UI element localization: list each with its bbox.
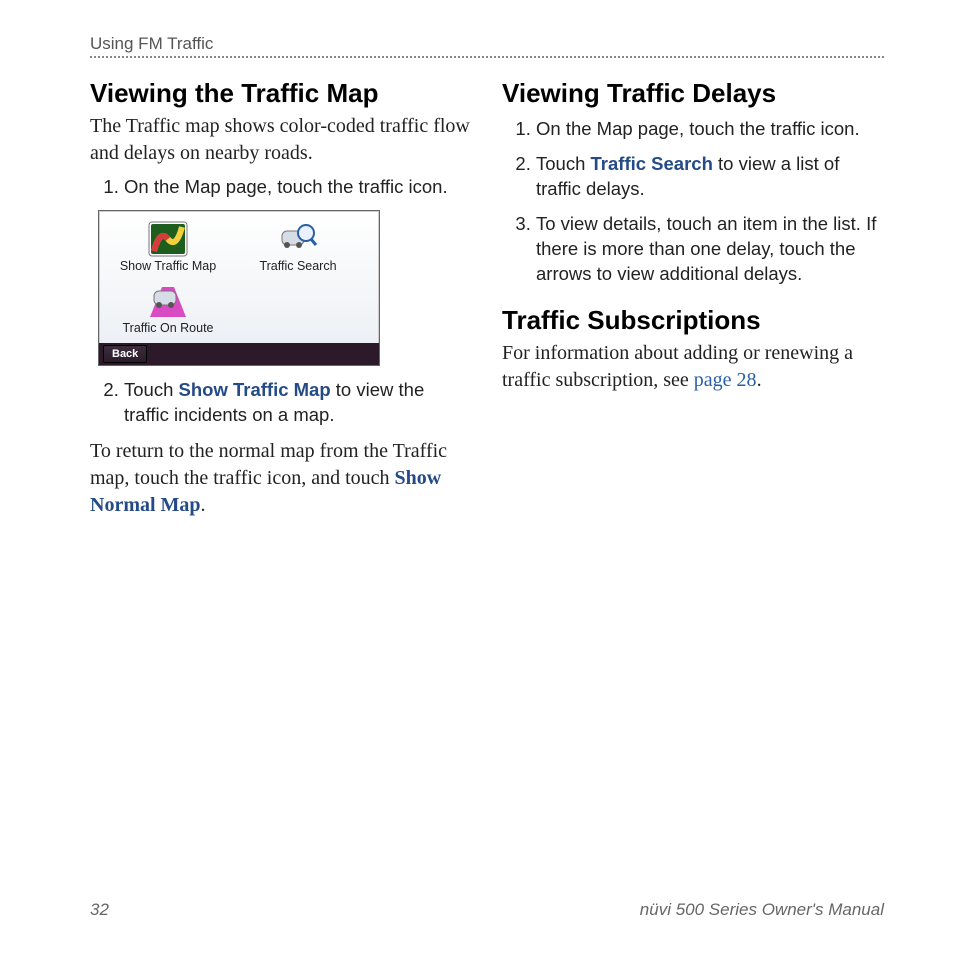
device-button-traffic-search[interactable]: Traffic Search	[233, 217, 363, 279]
manual-page: Using FM Traffic Viewing the Traffic Map…	[0, 0, 954, 954]
device-button-label: Show Traffic Map	[103, 259, 233, 273]
paragraph-text: To return to the normal map from the Tra…	[90, 440, 447, 489]
page-footer: 32 nüvi 500 Series Owner's Manual	[90, 900, 884, 920]
device-back-button[interactable]: Back	[103, 345, 147, 363]
step-item: On the Map page, touch the traffic icon.	[124, 175, 472, 200]
device-button-label: Traffic Search	[233, 259, 363, 273]
device-button-show-traffic-map[interactable]: Show Traffic Map	[103, 217, 233, 279]
left-column: Viewing the Traffic Map The Traffic map …	[90, 78, 472, 519]
paragraph-text: For information about adding or renewing…	[502, 342, 853, 391]
header-rule	[90, 56, 884, 58]
keyword-show-traffic-map: Show Traffic Map	[179, 379, 331, 400]
device-button-traffic-on-route[interactable]: Traffic On Route	[103, 279, 233, 341]
right-column: Viewing Traffic Delays On the Map page, …	[502, 78, 884, 519]
device-button-label: Traffic On Route	[103, 321, 233, 335]
step-text: Touch	[536, 153, 591, 174]
step-item: To view details, touch an item in the li…	[536, 212, 884, 287]
heading-viewing-traffic-delays: Viewing Traffic Delays	[502, 78, 884, 109]
heading-viewing-traffic-map: Viewing the Traffic Map	[90, 78, 472, 109]
delays-steps-list: On the Map page, touch the traffic icon.…	[502, 117, 884, 287]
step-item: Touch Show Traffic Map to view the traff…	[124, 378, 472, 428]
paragraph-text: .	[201, 494, 206, 516]
step-item: On the Map page, touch the traffic icon.	[536, 117, 884, 142]
product-name: nüvi 500 Series Owner's Manual	[640, 900, 884, 920]
steps-list-continued: Touch Show Traffic Map to view the traff…	[90, 378, 472, 428]
page-number: 32	[90, 900, 109, 920]
subscriptions-paragraph: For information about adding or renewing…	[502, 340, 884, 394]
device-back-bar: Back	[99, 343, 379, 365]
device-menu-grid: Show Traffic Map Traffic Search	[99, 211, 379, 343]
traffic-route-icon	[148, 283, 188, 319]
paragraph-text: .	[757, 369, 762, 391]
heading-traffic-subscriptions: Traffic Subscriptions	[502, 305, 884, 336]
steps-list: On the Map page, touch the traffic icon.	[90, 175, 472, 200]
page-link[interactable]: page 28	[694, 369, 757, 391]
device-screenshot: Show Traffic Map Traffic Search	[98, 210, 380, 366]
keyword-traffic-search: Traffic Search	[591, 153, 713, 174]
traffic-map-icon	[148, 221, 188, 257]
running-header: Using FM Traffic	[90, 34, 884, 54]
traffic-search-icon	[278, 221, 318, 257]
closing-paragraph: To return to the normal map from the Tra…	[90, 438, 472, 519]
two-column-layout: Viewing the Traffic Map The Traffic map …	[90, 78, 884, 519]
intro-paragraph: The Traffic map shows color-coded traffi…	[90, 113, 472, 167]
step-item: Touch Traffic Search to view a list of t…	[536, 152, 884, 202]
step-text: Touch	[124, 379, 179, 400]
